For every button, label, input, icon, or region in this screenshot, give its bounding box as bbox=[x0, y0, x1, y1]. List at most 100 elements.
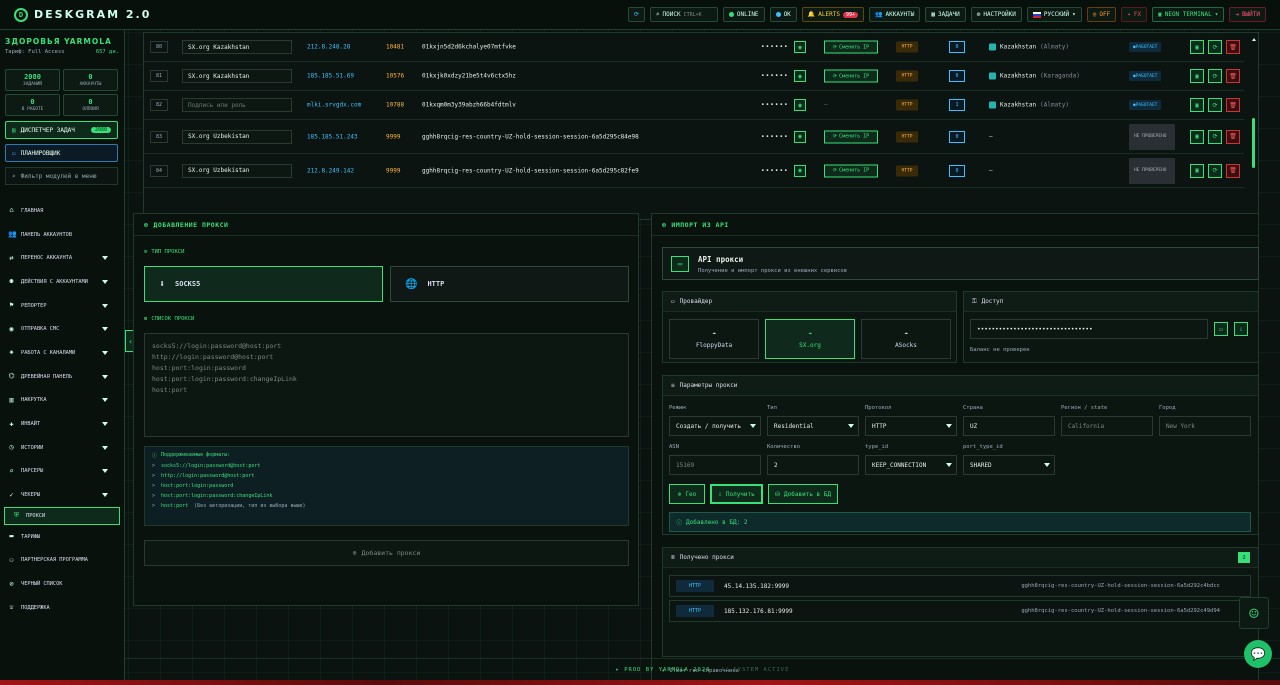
api-key-input[interactable]: •••••••••••••••••••••••••••••••• bbox=[970, 319, 1208, 339]
refresh-row-button[interactable]: ⟳ bbox=[1208, 129, 1222, 144]
task-dispatcher-button[interactable]: ▤ ДИСПЕТЧЕР ЗАДАЧ 2080 bbox=[5, 121, 118, 139]
chat-icon[interactable]: 💬 bbox=[1244, 640, 1272, 668]
proxy-list-textarea[interactable]: socks5://login:password@host:port http:/… bbox=[144, 333, 629, 437]
protocol-badge: HTTP bbox=[896, 41, 918, 53]
proxy-name-input[interactable]: SX.org Uzbekistan bbox=[182, 163, 292, 178]
refresh-row-button[interactable]: ⟳ bbox=[1208, 98, 1222, 112]
settings-button[interactable]: ⚙ НАСТРОЙКИ bbox=[970, 7, 1022, 22]
show-password-button[interactable]: ◉ bbox=[794, 164, 806, 177]
sidebar-item-16[interactable]: ⊘ ЧЕРНЫЙ СПИСОК bbox=[0, 572, 124, 596]
sidebar-item-8[interactable]: ▥ НАКРУТКА bbox=[0, 389, 124, 413]
server-icon: ▭ bbox=[671, 298, 675, 305]
proxy-login: gghh8rqcig-res-country-UZ-hold-session-s… bbox=[422, 167, 639, 174]
sidebar-item-6[interactable]: ◈ РАБОТА С КАНАЛАМИ bbox=[0, 341, 124, 365]
delete-button[interactable]: 🗑 bbox=[1226, 163, 1240, 178]
city-input[interactable]: New York bbox=[1159, 416, 1251, 436]
country-input[interactable]: UZ bbox=[963, 416, 1055, 436]
protocol-select[interactable]: HTTP bbox=[865, 416, 957, 436]
change-ip-button[interactable]: ⟳ Сменить IP bbox=[824, 130, 878, 143]
sidebar-item-5[interactable]: ◉ ОТПРАВКА СМС bbox=[0, 317, 124, 341]
language-select[interactable]: РУССКИЙ ▾ bbox=[1026, 7, 1082, 22]
type-http-button[interactable]: 🌐 HTTP bbox=[390, 266, 629, 302]
provider-floppydata[interactable]: ☁ FloppyData bbox=[669, 319, 759, 359]
show-password-button[interactable]: ◉ bbox=[794, 130, 806, 143]
change-ip-button[interactable]: ⟳ Сменить IP bbox=[824, 164, 878, 177]
refresh-button[interactable]: ⟳ bbox=[627, 7, 645, 22]
tasks-button[interactable]: ▦ ЗАДАЧИ bbox=[925, 7, 966, 22]
sidebar-item-4[interactable]: ⚑ РЕПОРТЕР bbox=[0, 294, 124, 318]
copy-button[interactable]: ▣ bbox=[1190, 40, 1204, 54]
copy-button[interactable]: ▣ bbox=[1190, 98, 1204, 112]
asn-input[interactable]: 15169 bbox=[669, 455, 761, 475]
off-toggle[interactable]: ◎ OFF bbox=[1086, 7, 1117, 22]
show-password-button[interactable]: ◉ bbox=[794, 70, 806, 82]
save-key-button[interactable]: ⇩ bbox=[1234, 322, 1248, 336]
sidebar-item-2[interactable]: ⇄ ПЕРЕНОС АККАУНТА bbox=[0, 246, 124, 270]
sidebar-item-17[interactable]: ☏ ПОДДЕРЖКА bbox=[0, 596, 124, 620]
delete-button[interactable]: 🗑 bbox=[1226, 69, 1240, 83]
provider-sx-org[interactable]: ☁ SX.org bbox=[765, 319, 855, 359]
sidebar-item-1[interactable]: 👥 ПАНЕЛЬ АККАУНТОВ bbox=[0, 223, 124, 247]
theme-select[interactable]: ▣ NEON TERMINAL ▾ bbox=[1152, 7, 1225, 22]
quantity-input[interactable]: 2 bbox=[767, 455, 859, 475]
logout-button[interactable]: ⇥ ВЫЙТИ bbox=[1229, 7, 1266, 22]
type-id-select[interactable]: KEEP_CONNECTION bbox=[865, 455, 957, 475]
proxy-name-input[interactable]: SX.org Uzbekistan bbox=[182, 129, 292, 144]
stat-other[interactable]: 0 ОЛПОИЯ bbox=[63, 94, 118, 116]
stat-in-work[interactable]: 0В РАБОТЕ bbox=[5, 94, 60, 116]
sidebar-item-14[interactable]: ▬ ТАРИФЫ bbox=[0, 525, 124, 549]
table-scrollbar[interactable] bbox=[1252, 118, 1255, 168]
proxy-name-input[interactable]: Подпись или роль bbox=[182, 98, 292, 112]
sidebar-item-3[interactable]: ⚉ ДЕЙСТВИЯ С АККАУНТАМИ bbox=[0, 270, 124, 294]
copy-button[interactable]: ▣ bbox=[1190, 163, 1204, 178]
sidebar-item-0[interactable]: ⌂ ГЛАВНАЯ bbox=[0, 199, 124, 223]
geo-button[interactable]: ⊕ Гео bbox=[669, 484, 705, 504]
alerts-button[interactable]: 🔔 ALERTS 99+ bbox=[801, 7, 864, 22]
show-password-button[interactable]: ◉ bbox=[794, 99, 806, 111]
eye-icon: ◉ bbox=[798, 167, 802, 174]
flag-ru-icon bbox=[1032, 11, 1041, 18]
delete-button[interactable]: 🗑 bbox=[1226, 98, 1240, 112]
proxy-name-input[interactable]: SX.org Kazakhstan bbox=[182, 69, 292, 83]
sidebar-item-7[interactable]: ⌬ ДРЕВЕЙНАЯ ПАНЕЛЬ bbox=[0, 365, 124, 389]
app-logo[interactable]: D DESKGRAM 2.0 bbox=[14, 7, 151, 22]
sidebar-item-11[interactable]: ⌕ ПАРСЕРЫ bbox=[0, 460, 124, 484]
delete-button[interactable]: 🗑 bbox=[1226, 40, 1240, 54]
port-type-select[interactable]: SHARED bbox=[963, 455, 1055, 475]
paste-key-button[interactable]: ▭ bbox=[1214, 322, 1228, 336]
add-proxy-button[interactable]: ⊕ Добавить прокси bbox=[144, 540, 629, 566]
type-select[interactable]: Residential bbox=[767, 416, 859, 436]
accounts-button[interactable]: 👥 АККАУНТЫ bbox=[869, 7, 921, 22]
scheduler-button[interactable]: ▭ ПЛАНИРОВЩИК bbox=[5, 144, 118, 162]
refresh-row-button[interactable]: ⟳ bbox=[1208, 69, 1222, 83]
copy-button[interactable]: ▣ bbox=[1190, 69, 1204, 83]
scroll-up-icon[interactable] bbox=[1252, 38, 1256, 41]
copy-button[interactable]: ▣ bbox=[1190, 129, 1204, 144]
region-input[interactable]: California bbox=[1061, 416, 1153, 436]
stat-tasks[interactable]: 2080 ЗАДАНИЙ bbox=[5, 69, 60, 91]
stat-accounts[interactable]: 0 АККАУНТЫ bbox=[63, 69, 118, 91]
add-to-db-button[interactable]: ⛁ Добавить в БД bbox=[768, 484, 838, 504]
change-ip-button[interactable]: ⟳ Сменить IP bbox=[824, 69, 878, 83]
refresh-row-button[interactable]: ⟳ bbox=[1208, 163, 1222, 178]
sidebar-item-10[interactable]: ◷ ИСТОРИИ bbox=[0, 436, 124, 460]
get-proxies-button[interactable]: ⇩ Получить bbox=[710, 484, 763, 504]
sidebar-item-12[interactable]: ✓ ЧЕКЕРЫ bbox=[0, 483, 124, 507]
type-socks5-button[interactable]: ⬇ SOCKS5 bbox=[144, 266, 383, 302]
module-filter-input[interactable]: ⌕ Фильтр модулей в меню bbox=[5, 167, 118, 185]
provider-asocks[interactable]: ☁ ASocks bbox=[861, 319, 951, 359]
delete-button[interactable]: 🗑 bbox=[1226, 129, 1240, 144]
chevron-down-icon: ▾ bbox=[1072, 11, 1076, 18]
sidebar-item-9[interactable]: ✚ ИНВАЙТ bbox=[0, 412, 124, 436]
change-ip-button[interactable]: ⟳ Сменить IP bbox=[824, 40, 878, 54]
sidebar-item-15[interactable]: ⚇ ПАРТНЕРСКАЯ ПРОГРАММА bbox=[0, 549, 124, 573]
mascot-icon[interactable]: ☺ bbox=[1239, 597, 1269, 629]
show-password-button[interactable]: ◉ bbox=[794, 41, 806, 53]
search-button[interactable]: ⌕ ПОИСК CTRL+K bbox=[649, 7, 718, 22]
mode-select[interactable]: Создать / получить bbox=[669, 416, 761, 436]
chevron-down-icon bbox=[102, 303, 108, 308]
refresh-row-button[interactable]: ⟳ bbox=[1208, 40, 1222, 54]
fx-toggle[interactable]: ✦ FX bbox=[1121, 7, 1148, 22]
sidebar-item-13[interactable]: ⛨ ПРОКСИ bbox=[4, 506, 120, 525]
proxy-name-input[interactable]: SX.org Kazakhstan bbox=[182, 40, 292, 54]
